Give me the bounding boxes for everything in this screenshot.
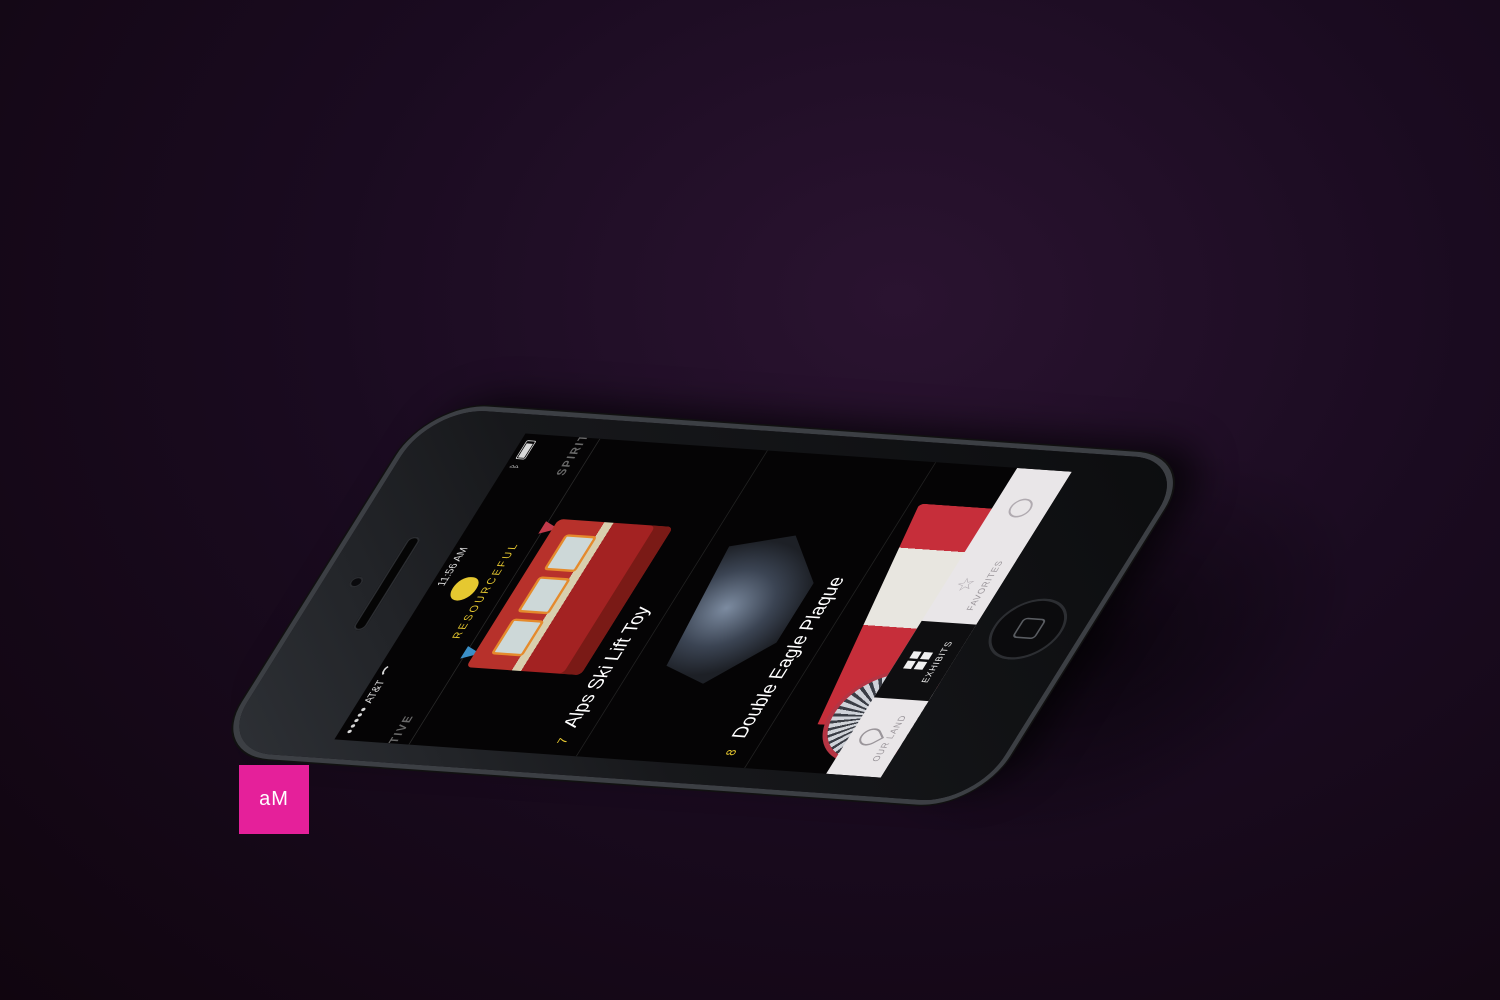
scene: ●●●●● AT&T 11:56 AM ᛒ VATIVE RESOURCEFUL xyxy=(0,0,1500,1000)
app-screen: ●●●●● AT&T 11:56 AM ᛒ VATIVE RESOURCEFUL xyxy=(334,433,1072,778)
exhibit-number: 7 xyxy=(553,737,572,745)
home-square-icon xyxy=(1011,617,1047,640)
home-button[interactable] xyxy=(974,596,1082,662)
bluetooth-icon: ᛒ xyxy=(508,463,522,470)
am-logo: aM xyxy=(239,765,309,834)
logo-text: aM xyxy=(259,788,289,810)
front-camera-icon xyxy=(346,576,366,589)
profile-icon xyxy=(1004,497,1038,519)
exhibit-number: 8 xyxy=(721,749,740,757)
phone-body: ●●●●● AT&T 11:56 AM ᛒ VATIVE RESOURCEFUL xyxy=(216,407,1190,804)
